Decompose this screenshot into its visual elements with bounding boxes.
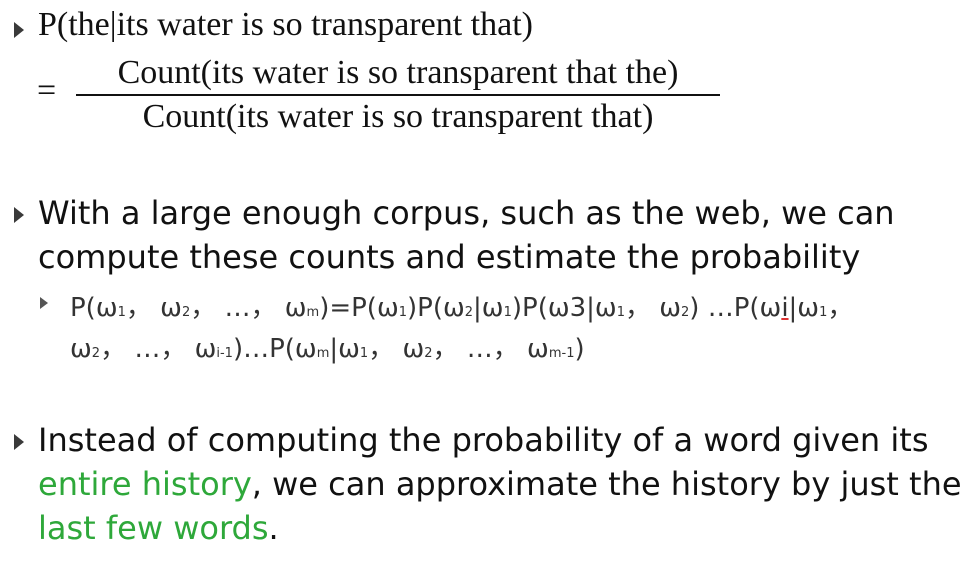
highlight-entire-history: entire history	[38, 465, 252, 503]
approximation-text-line-3: last few words.	[38, 509, 279, 547]
fraction-denominator: Count(its water is so transparent that)	[142, 98, 654, 135]
corpus-text-line-2: compute these counts and estimate the pr…	[38, 238, 861, 276]
bullet-icon	[14, 434, 24, 450]
fraction-numerator: Count(its water is so transparent that t…	[117, 54, 679, 91]
count-fraction: Count(its water is so transparent that t…	[74, 52, 722, 138]
chain-rule-formula-line-1: P(ω1， ω2， …， ωm)=P(ω1)P(ω2|ω1)P(ω3|ω1， ω…	[70, 293, 854, 323]
chain-rule-formula-line-2: ω2， …， ωi-1)…P(ωm|ω1， ω2， …， ωm-1)	[70, 334, 585, 364]
equals-sign: =	[37, 72, 57, 109]
sub-bullet-icon	[40, 297, 48, 309]
approximation-text-line-2: entire history, we can approximate the h…	[38, 465, 962, 503]
conditional-probability-expression: P(the|its water is so transparent that)	[38, 6, 533, 43]
bullet-icon	[14, 207, 24, 223]
corpus-text-line-1: With a large enough corpus, such as the …	[38, 194, 895, 232]
approximation-text-line-1: Instead of computing the probability of …	[38, 421, 929, 459]
highlight-last-few-words: last few words	[38, 509, 269, 547]
bullet-icon	[14, 22, 24, 38]
